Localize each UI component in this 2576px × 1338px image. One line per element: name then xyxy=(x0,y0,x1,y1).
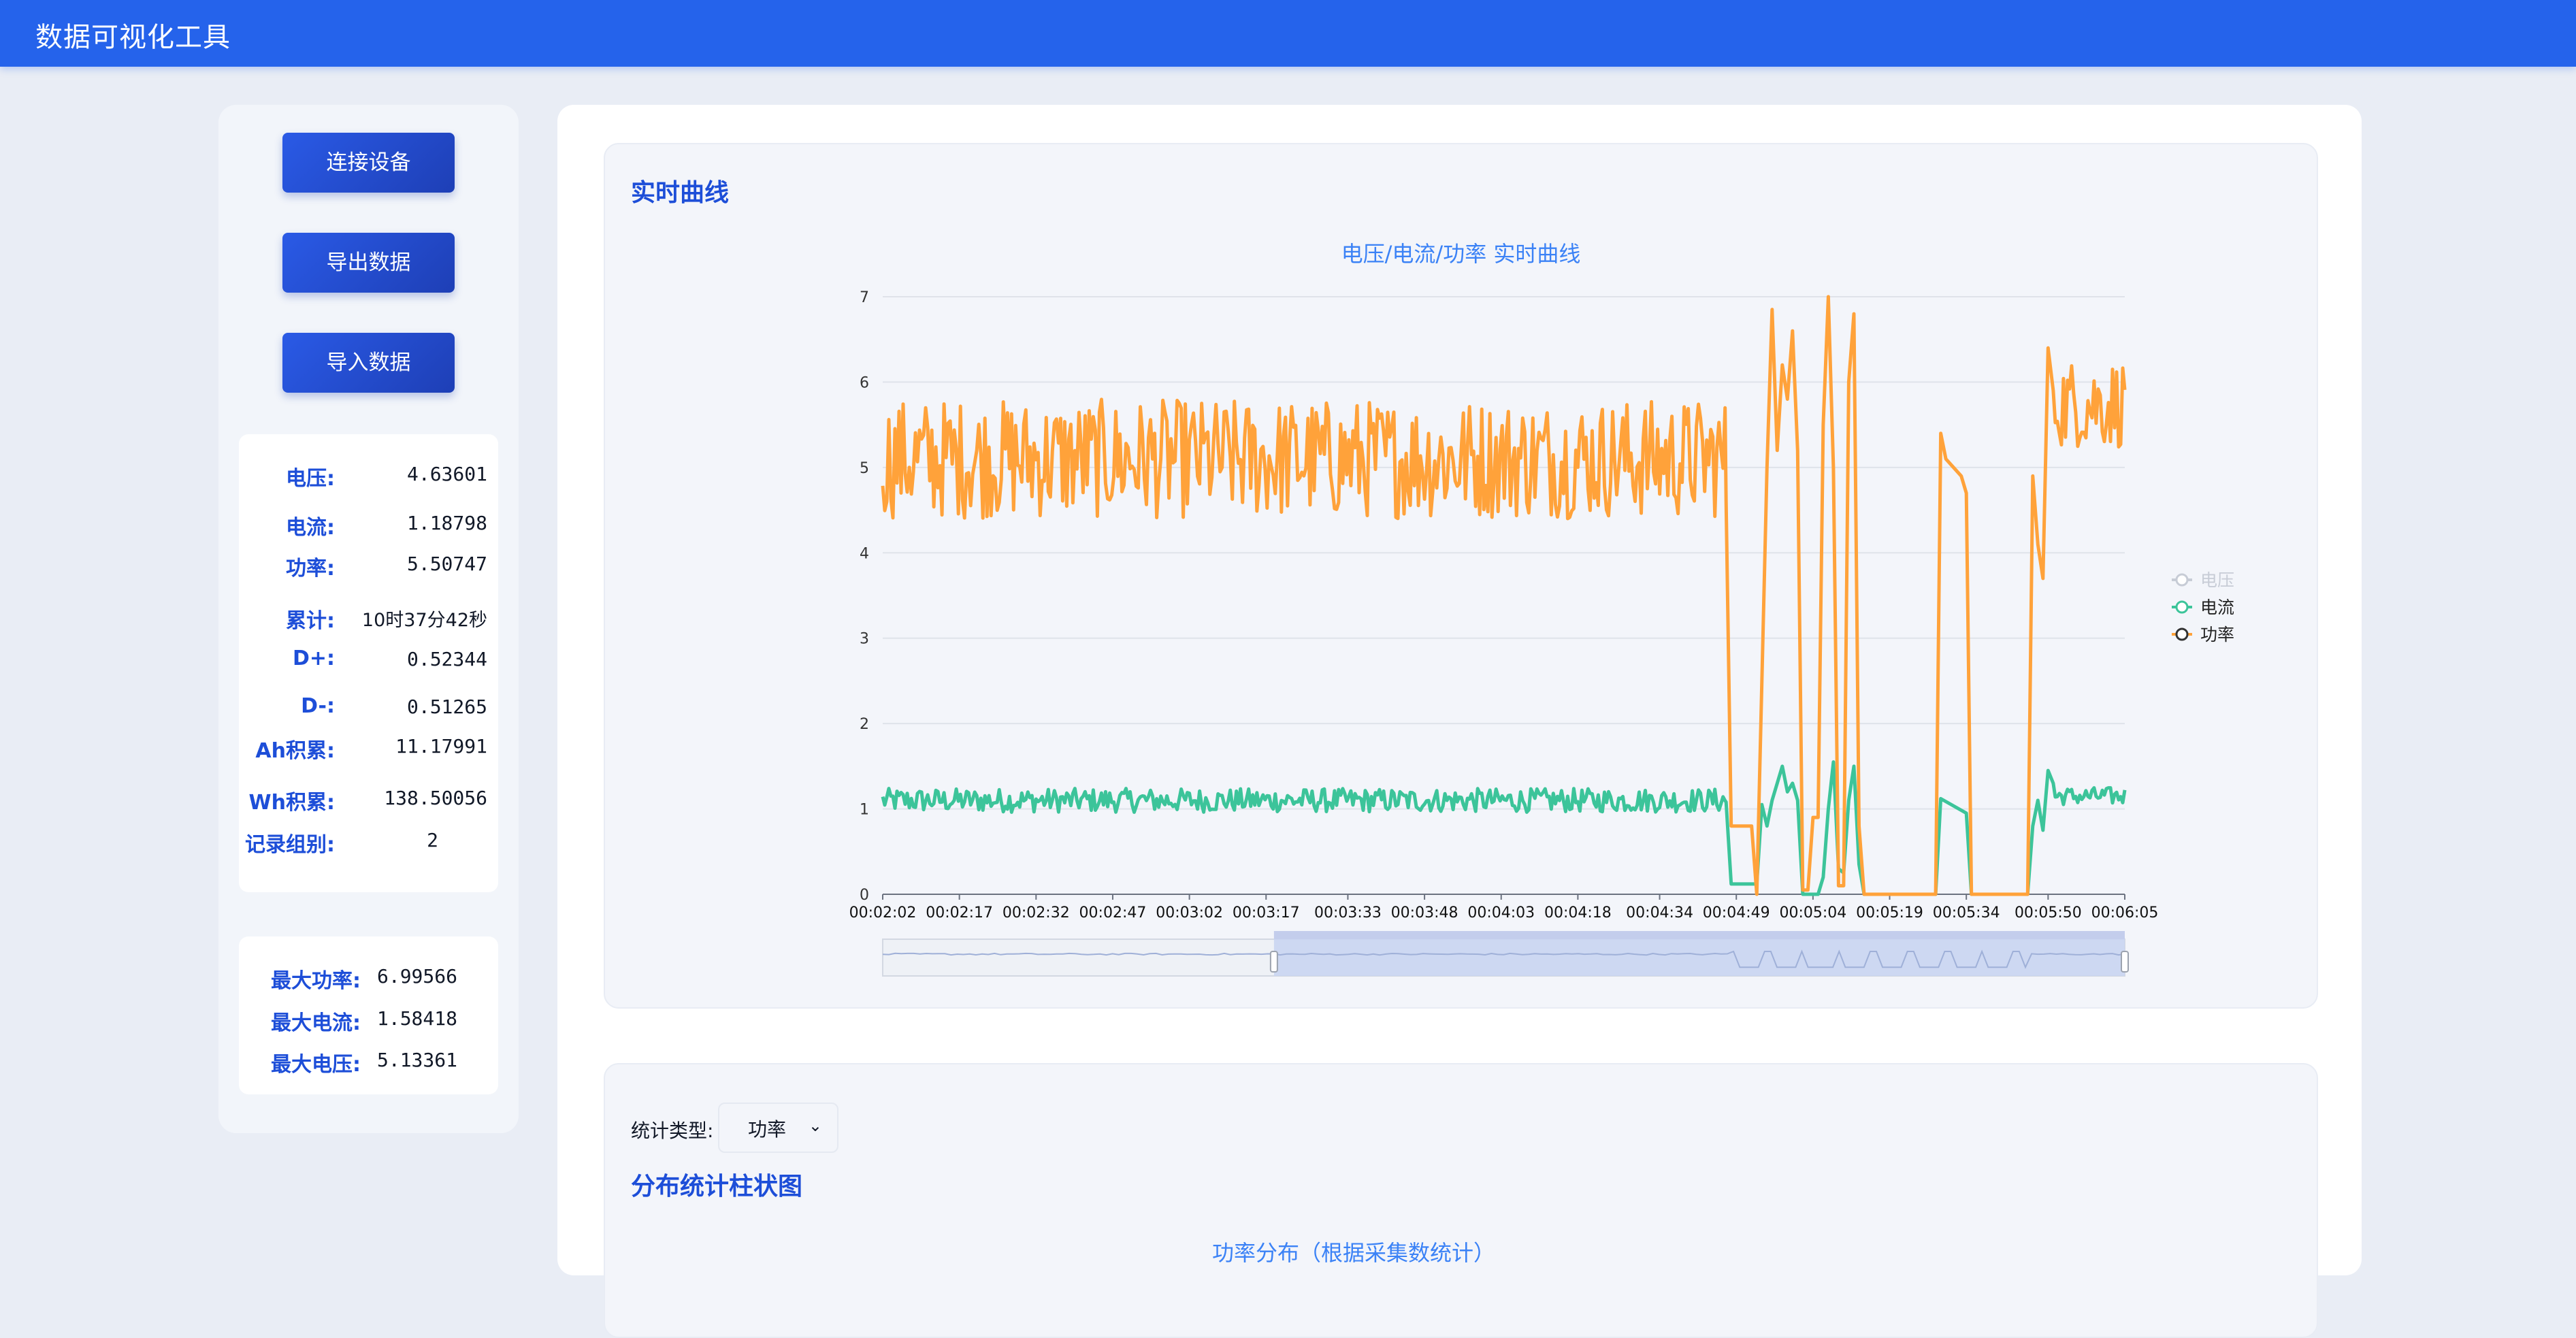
chart-series xyxy=(881,295,2127,896)
x-tick-label: 00:02:17 xyxy=(926,904,993,921)
legend-label[interactable]: 电流 xyxy=(2200,598,2234,617)
stat-value-current: 1.18798 xyxy=(406,512,487,534)
data-zoom-slider xyxy=(882,931,2129,977)
stat-value-group: 2 xyxy=(427,829,438,851)
zoom-right-handle[interactable] xyxy=(2121,951,2129,973)
x-tick-label: 00:05:34 xyxy=(1933,904,2000,921)
connect-device-button[interactable]: 连接设备 xyxy=(282,133,455,193)
stat-value-voltage: 4.63601 xyxy=(406,463,487,485)
maxima-card: 最大功率: 6.99566 最大电流: 1.58418 最大电压: 5.1336… xyxy=(239,936,498,1094)
stat-label-elapsed: 累计: xyxy=(286,609,335,633)
chevron-down-icon: ⌄ xyxy=(808,1116,822,1135)
stat-type-label: 统计类型: xyxy=(631,1120,714,1142)
zoom-left-handle[interactable] xyxy=(1269,951,1278,973)
legend-marker[interactable] xyxy=(2175,573,2189,587)
x-tick-label: 00:03:17 xyxy=(1233,904,1300,921)
stat-label-power: 功率: xyxy=(286,557,335,581)
stat-label-d-plus: D+: xyxy=(292,647,335,670)
legend-marker[interactable] xyxy=(2175,600,2189,614)
stat-value-power: 5.50747 xyxy=(406,553,487,575)
chart-axes: 0 1 2 3 4 5 6 7 00:02:02 00:02:17 00:02:32 00:02:47… xyxy=(849,289,2159,921)
max-voltage-label: 最大电压: xyxy=(271,1053,361,1077)
max-voltage-value: 5.13361 xyxy=(376,1049,457,1071)
y-tick-label: 4 xyxy=(860,545,869,562)
y-tick-label: 3 xyxy=(860,631,869,648)
y-tick-label: 5 xyxy=(860,460,869,477)
x-tick-label: 00:03:33 xyxy=(1314,904,1382,921)
x-tick-label: 00:04:49 xyxy=(1703,904,1770,921)
legend-marker[interactable] xyxy=(2175,627,2189,641)
max-current-label: 最大电流: xyxy=(271,1011,361,1035)
stat-type-select[interactable]: 功率 ⌄ xyxy=(718,1103,838,1153)
stat-value-d-plus: 0.52344 xyxy=(406,648,487,670)
stat-label-group: 记录组别: xyxy=(245,833,335,857)
stat-label-current: 电流: xyxy=(286,516,335,540)
stat-label-d-minus: D-: xyxy=(301,694,335,718)
x-tick-label: 00:03:02 xyxy=(1156,904,1223,921)
stat-value-elapsed: 10时37分42秒 xyxy=(361,610,487,631)
distribution-panel: 统计类型: 功率 ⌄ 分布统计柱状图 功率分布（根据采集数统计） xyxy=(604,1063,2318,1338)
stat-value-ah: 11.17991 xyxy=(395,735,487,757)
x-tick-label: 00:05:04 xyxy=(1779,904,1846,921)
legend-label[interactable]: 功率 xyxy=(2200,625,2234,644)
legend-label[interactable]: 电压 xyxy=(2200,570,2234,590)
x-tick-label: 00:04:34 xyxy=(1626,904,1693,921)
x-tick-label: 00:02:02 xyxy=(849,904,917,921)
x-tick-label: 00:02:47 xyxy=(1079,904,1147,921)
stat-value-d-minus: 0.51265 xyxy=(406,696,487,718)
x-tick-label: 00:03:48 xyxy=(1391,904,1458,921)
distribution-section-title: 分布统计柱状图 xyxy=(631,1173,803,1201)
zoom-move-handle[interactable] xyxy=(1273,931,2125,939)
x-tick-label: 00:02:32 xyxy=(1002,904,1070,921)
realtime-chart[interactable]: 0 1 2 3 4 5 6 7 00:02:02 00:02:17 00:02:32 00:02:47… xyxy=(605,144,2317,1007)
stat-value-wh: 138.50056 xyxy=(384,787,487,809)
y-tick-label: 1 xyxy=(860,802,869,819)
stat-type-value: 功率 xyxy=(748,1118,787,1141)
y-tick-label: 6 xyxy=(860,374,869,391)
x-tick-label: 00:05:19 xyxy=(1856,904,1923,921)
x-tick-label: 00:05:50 xyxy=(2015,904,2082,921)
live-stats-card: 电压: 4.63601 电流: 1.18798 功率: 5.50747 累计: … xyxy=(239,434,498,892)
import-data-button[interactable]: 导入数据 xyxy=(282,333,455,393)
export-data-button[interactable]: 导出数据 xyxy=(282,233,455,293)
x-tick-label: 00:06:05 xyxy=(2091,904,2159,921)
distribution-chart-title: 功率分布（根据采集数统计） xyxy=(1211,1240,1495,1266)
max-current-value: 1.58418 xyxy=(376,1007,457,1030)
max-power-value: 6.99566 xyxy=(376,965,457,988)
x-tick-label: 00:04:03 xyxy=(1467,904,1535,921)
main-content: 实时曲线 电压/电流/功率 实时曲线 0 1 2 3 4 5 6 7 00:02:02 00:02… xyxy=(557,105,2362,1338)
stat-label-wh: Wh积累: xyxy=(248,791,335,815)
app-title: 数据可视化工具 xyxy=(35,22,231,53)
stat-label-ah: Ah积累: xyxy=(255,739,335,763)
y-tick-label: 7 xyxy=(860,289,869,306)
zoom-window[interactable] xyxy=(1273,939,2125,976)
stat-label-voltage: 电压: xyxy=(286,467,335,491)
top-bar: 数据可视化工具 xyxy=(0,0,2576,67)
y-tick-label: 0 xyxy=(860,887,869,904)
max-power-label: 最大功率: xyxy=(271,969,361,993)
sidebar: 连接设备 导出数据 导入数据 电压: 4.63601 电流: 1.18798 功… xyxy=(218,105,519,1133)
chart-legend: 电压电流功率 xyxy=(2172,570,2234,644)
y-tick-label: 2 xyxy=(860,716,869,733)
x-tick-label: 00:04:18 xyxy=(1544,904,1612,921)
realtime-panel: 实时曲线 电压/电流/功率 实时曲线 0 1 2 3 4 5 6 7 00:02:02 00:02… xyxy=(604,143,2318,1009)
